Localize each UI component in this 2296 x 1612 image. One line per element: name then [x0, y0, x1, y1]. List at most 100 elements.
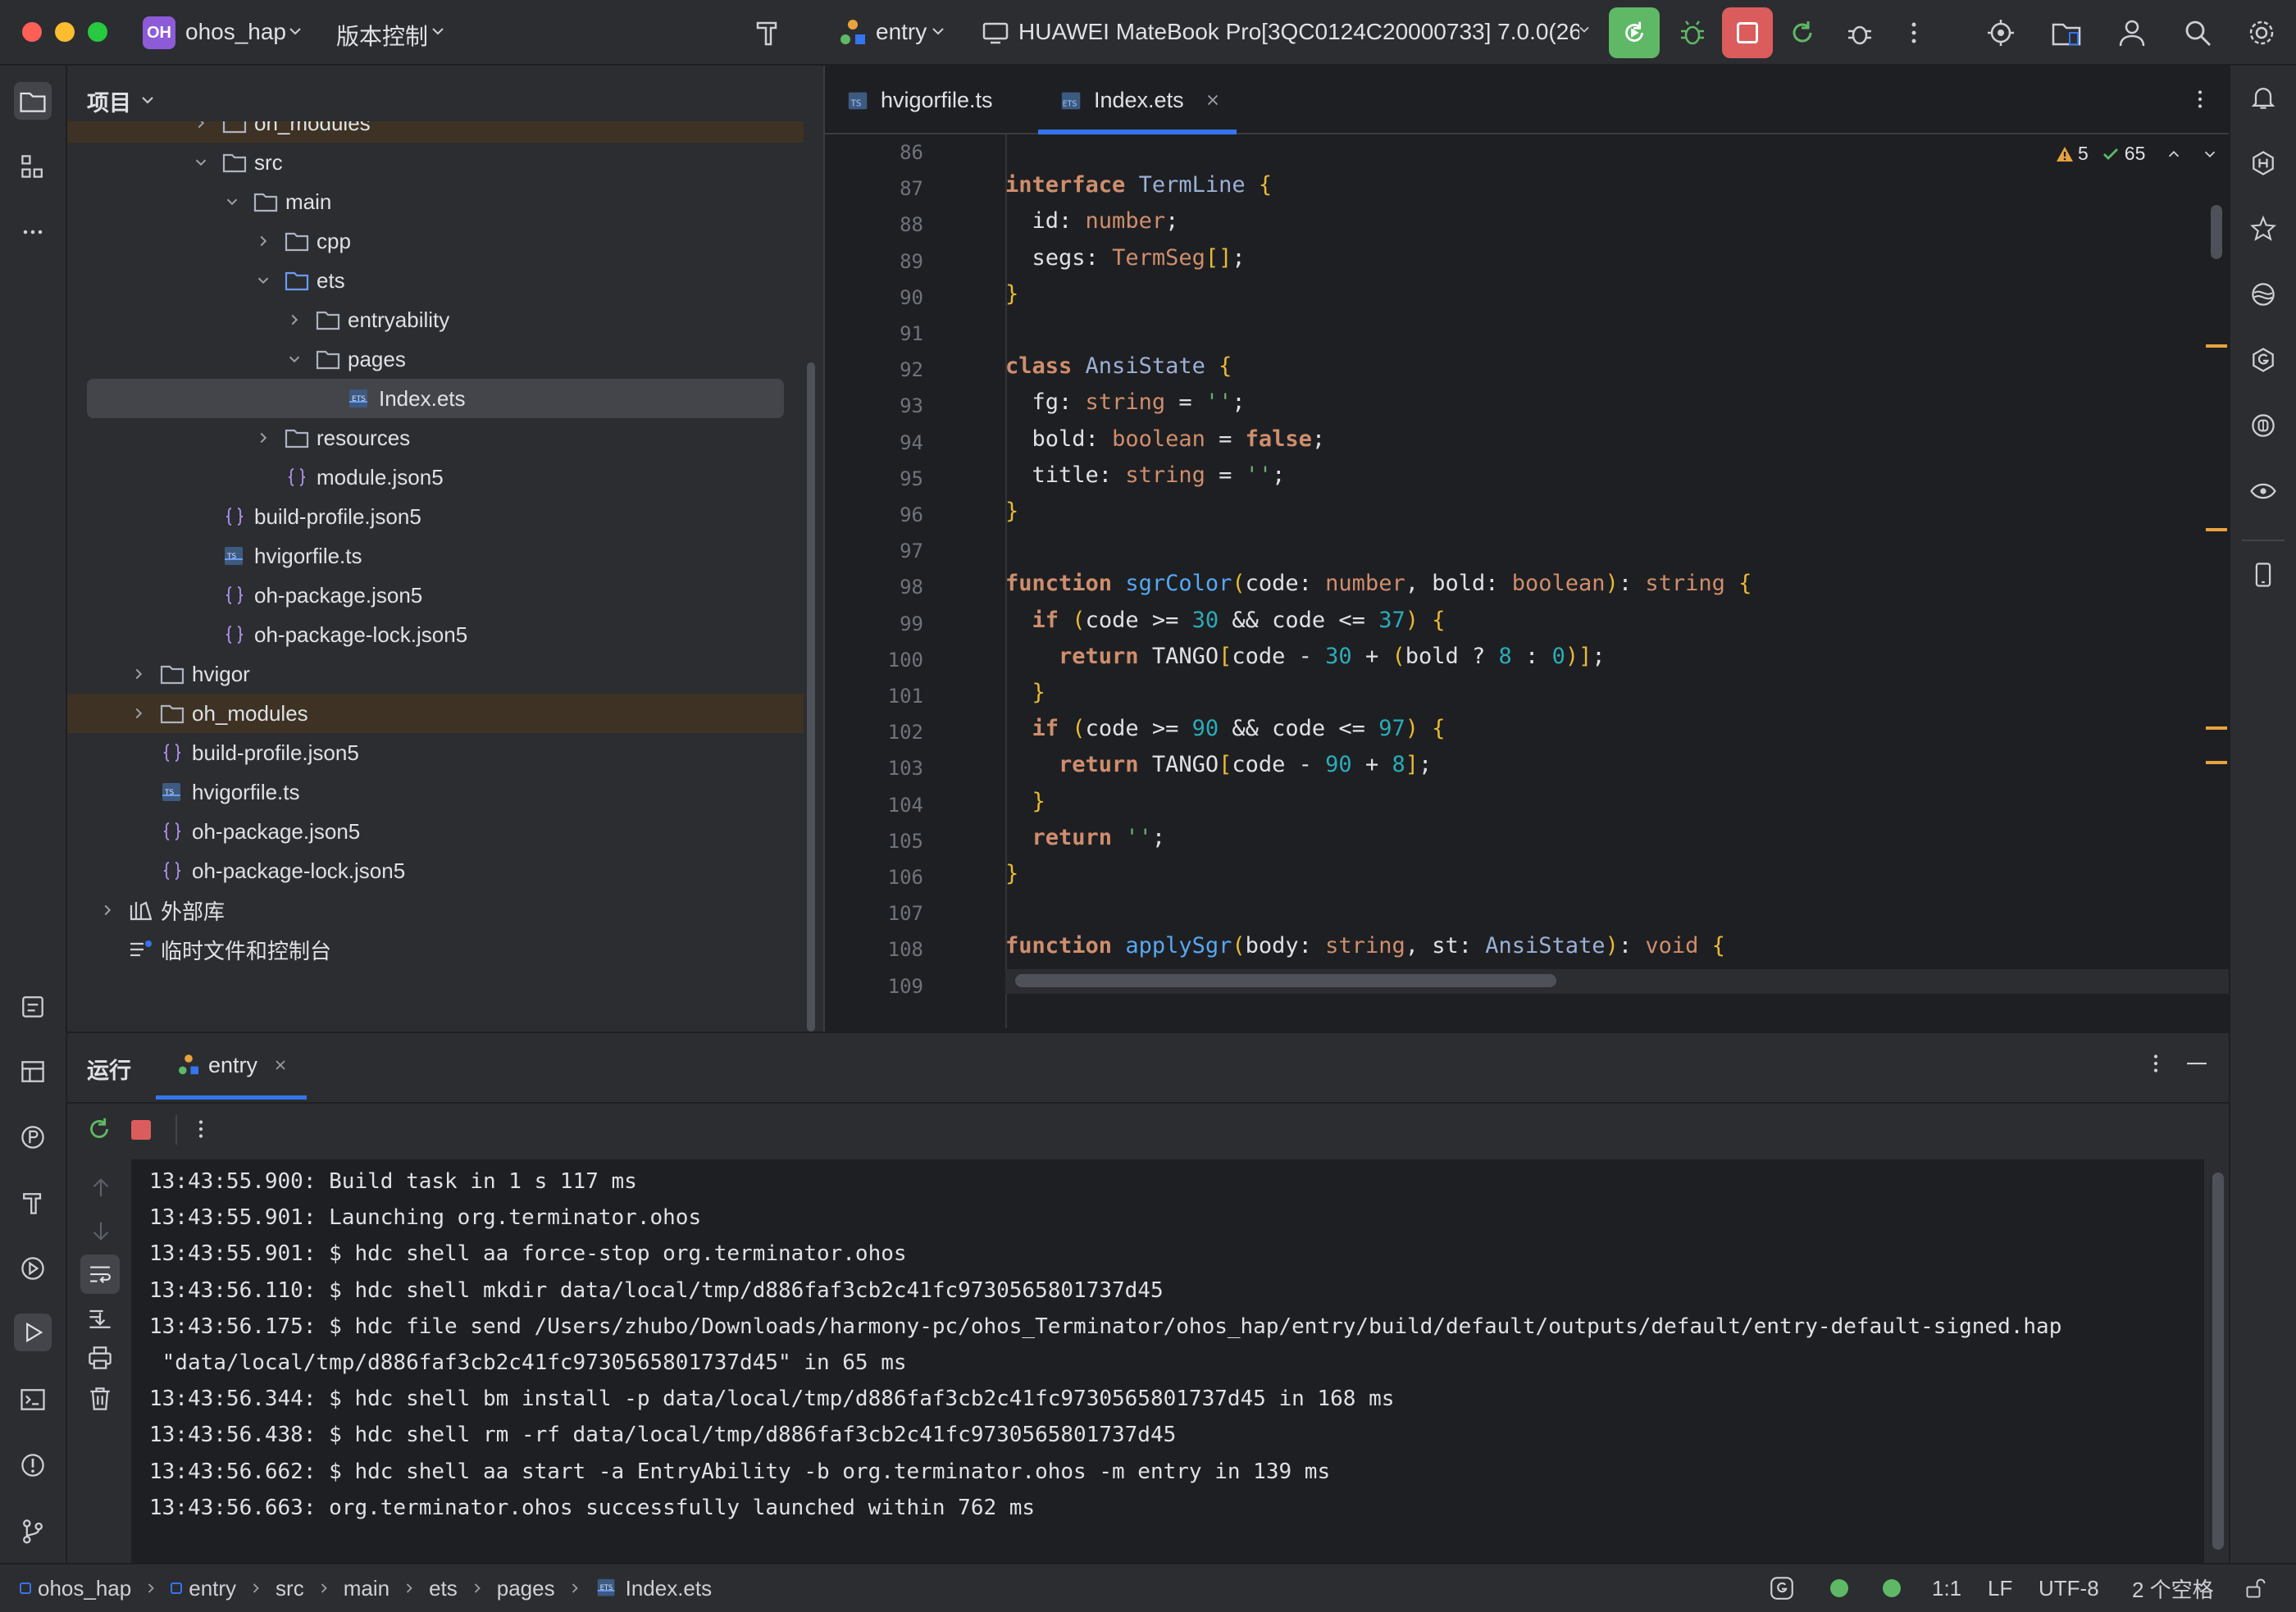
chevron-right-icon[interactable]: [254, 429, 272, 447]
breadcrumb-item[interactable]: ohos_hap: [38, 1576, 131, 1601]
code-line[interactable]: if (code >= 90 && code <= 97) {: [1005, 716, 1446, 741]
code-line[interactable]: }: [1005, 789, 1046, 814]
code-line[interactable]: if (code >= 30 && code <= 37) {: [1005, 608, 1446, 633]
notifications-bell-icon[interactable]: [2246, 80, 2280, 115]
debug-icon[interactable]: [1676, 16, 1709, 49]
run-tool-icon[interactable]: [14, 1314, 52, 1351]
more-vertical-icon[interactable]: [2186, 85, 2214, 115]
code-line[interactable]: bold: boolean = false;: [1005, 426, 1326, 452]
chevron-down-icon[interactable]: [254, 271, 272, 289]
breadcrumb-item[interactable]: Index.ets: [626, 1576, 713, 1601]
warning-marker[interactable]: [2206, 528, 2227, 531]
tree-item[interactable]: oh-package.json5: [67, 576, 804, 615]
chevron-right-icon[interactable]: [254, 232, 272, 250]
tree-item[interactable]: ETS Index.ets: [87, 379, 784, 418]
attach-debugger-icon[interactable]: [1843, 16, 1876, 49]
editor-vertical-scrollbar[interactable]: [2211, 205, 2222, 259]
chevron-down-icon[interactable]: [928, 21, 948, 44]
chevron-right-icon[interactable]: [130, 665, 148, 683]
arrow-up-icon[interactable]: [87, 1174, 115, 1202]
tree-item[interactable]: build-profile.json5: [67, 733, 804, 772]
tree-item[interactable]: ets: [67, 261, 804, 300]
tree-item[interactable]: TS hvigorfile.ts: [67, 772, 804, 812]
code-line[interactable]: fg: string = '';: [1005, 389, 1246, 415]
chevron-right-icon[interactable]: [285, 311, 303, 329]
inspection-widget[interactable]: 5 65: [2055, 143, 2219, 165]
tree-item[interactable]: entryability: [67, 300, 804, 339]
warning-marker[interactable]: [2206, 761, 2227, 764]
chevron-down-icon[interactable]: [285, 350, 303, 368]
chevron-down-icon[interactable]: [285, 21, 305, 44]
tree-item[interactable]: TS hvigorfile.ts: [67, 536, 804, 576]
gradle-g-icon[interactable]: [2246, 343, 2280, 377]
trash-icon[interactable]: [85, 1384, 115, 1414]
caret-position[interactable]: 1:1: [1932, 1564, 1961, 1612]
tree-item[interactable]: module.json5: [67, 458, 804, 497]
code-line[interactable]: return TANGO[code - 90 + 8];: [1005, 752, 1432, 777]
code-line[interactable]: class AnsiState {: [1005, 353, 1232, 379]
tree-item[interactable]: 外部库: [67, 890, 804, 930]
code-line[interactable]: segs: TermSeg[];: [1005, 245, 1246, 271]
tree-item[interactable]: oh-package-lock.json5: [67, 615, 804, 654]
problems-icon[interactable]: [16, 1448, 50, 1482]
tree-item[interactable]: hvigor: [67, 654, 804, 694]
profiler-p-icon[interactable]: [16, 1120, 50, 1154]
code-line[interactable]: function applySgr(body: string, st: Ansi…: [1005, 933, 1725, 959]
minimize-window-button[interactable]: [55, 22, 75, 42]
warning-marker[interactable]: [2206, 726, 2227, 730]
breadcrumb-item[interactable]: entry: [189, 1576, 236, 1601]
chevron-down-icon[interactable]: [223, 193, 241, 211]
code-area[interactable]: interface TermLine { id: number; segs: T…: [1005, 134, 2203, 1028]
file-encoding[interactable]: UTF-8: [2039, 1564, 2099, 1612]
more-vertical-icon[interactable]: [187, 1115, 215, 1145]
grammar-g-icon[interactable]: [1768, 1564, 1796, 1612]
breadcrumb-item[interactable]: ets: [429, 1576, 458, 1601]
settings-gear-icon[interactable]: [2245, 16, 2278, 49]
device-selector[interactable]: HUAWEI MateBook Pro[3QC0124C20000733] 7.…: [1018, 19, 1579, 45]
tree-item[interactable]: 临时文件和控制台: [67, 930, 804, 969]
lock-open-icon[interactable]: [2244, 1564, 2268, 1612]
harmony-h-icon[interactable]: [2246, 146, 2280, 180]
chevron-right-icon[interactable]: [130, 704, 148, 722]
maximize-window-button[interactable]: [88, 22, 107, 42]
soft-wrap-icon[interactable]: [80, 1255, 120, 1294]
chevron-right-icon[interactable]: [98, 901, 116, 919]
code-line[interactable]: id: number;: [1005, 208, 1179, 234]
tree-item[interactable]: resources: [67, 418, 804, 458]
account-icon[interactable]: [2116, 16, 2148, 49]
code-line[interactable]: }: [1005, 499, 1018, 524]
code-line[interactable]: function sgrColor(code: number, bold: bo…: [1005, 571, 1752, 596]
run-console-output[interactable]: 13:43:55.900: Build task in 1 s 117 ms 13…: [131, 1159, 2204, 1564]
tab-index-ets[interactable]: ETS Index.ets: [1059, 66, 1222, 134]
indent-setting[interactable]: 2 个空格: [2132, 1564, 2214, 1612]
services-icon[interactable]: [16, 1251, 50, 1286]
terminal-icon[interactable]: [16, 1382, 50, 1417]
ai-assistant-icon[interactable]: [2246, 212, 2280, 246]
more-vertical-icon[interactable]: [1897, 16, 1930, 49]
line-separator[interactable]: LF: [1988, 1564, 2012, 1612]
device-manager-phone-icon[interactable]: [2246, 558, 2280, 592]
git-branch-icon[interactable]: [16, 1514, 50, 1548]
chevron-down-icon[interactable]: [138, 90, 157, 110]
layout-icon[interactable]: [16, 1054, 50, 1089]
code-line[interactable]: return TANGO[code - 30 + (bold ? 8 : 0)]…: [1005, 644, 1606, 669]
build-hammer-icon[interactable]: [16, 1186, 50, 1220]
tree-item[interactable]: src: [67, 143, 804, 182]
breadcrumb-item[interactable]: main: [344, 1576, 390, 1601]
build-hammer-icon[interactable]: [751, 16, 784, 49]
warning-marker[interactable]: [2206, 344, 2227, 348]
stop-button[interactable]: [1722, 7, 1773, 58]
project-folder-icon[interactable]: [14, 82, 52, 120]
chevron-down-icon[interactable]: [192, 153, 210, 171]
structure-icon[interactable]: [16, 149, 50, 184]
eye-icon[interactable]: [2246, 474, 2280, 508]
previewer-icon[interactable]: [2246, 277, 2280, 312]
tab-hvigorfile[interactable]: TS hvigorfile.ts: [846, 66, 993, 134]
search-icon[interactable]: [2181, 16, 2214, 49]
rerun-icon[interactable]: [84, 1113, 115, 1145]
chevron-down-icon[interactable]: [1576, 21, 1592, 44]
close-window-button[interactable]: [22, 22, 42, 42]
editor-horizontal-scrollbar[interactable]: [1015, 974, 1556, 987]
tree-item[interactable]: oh-package.json5: [67, 812, 804, 851]
code-line[interactable]: }: [1005, 861, 1018, 886]
